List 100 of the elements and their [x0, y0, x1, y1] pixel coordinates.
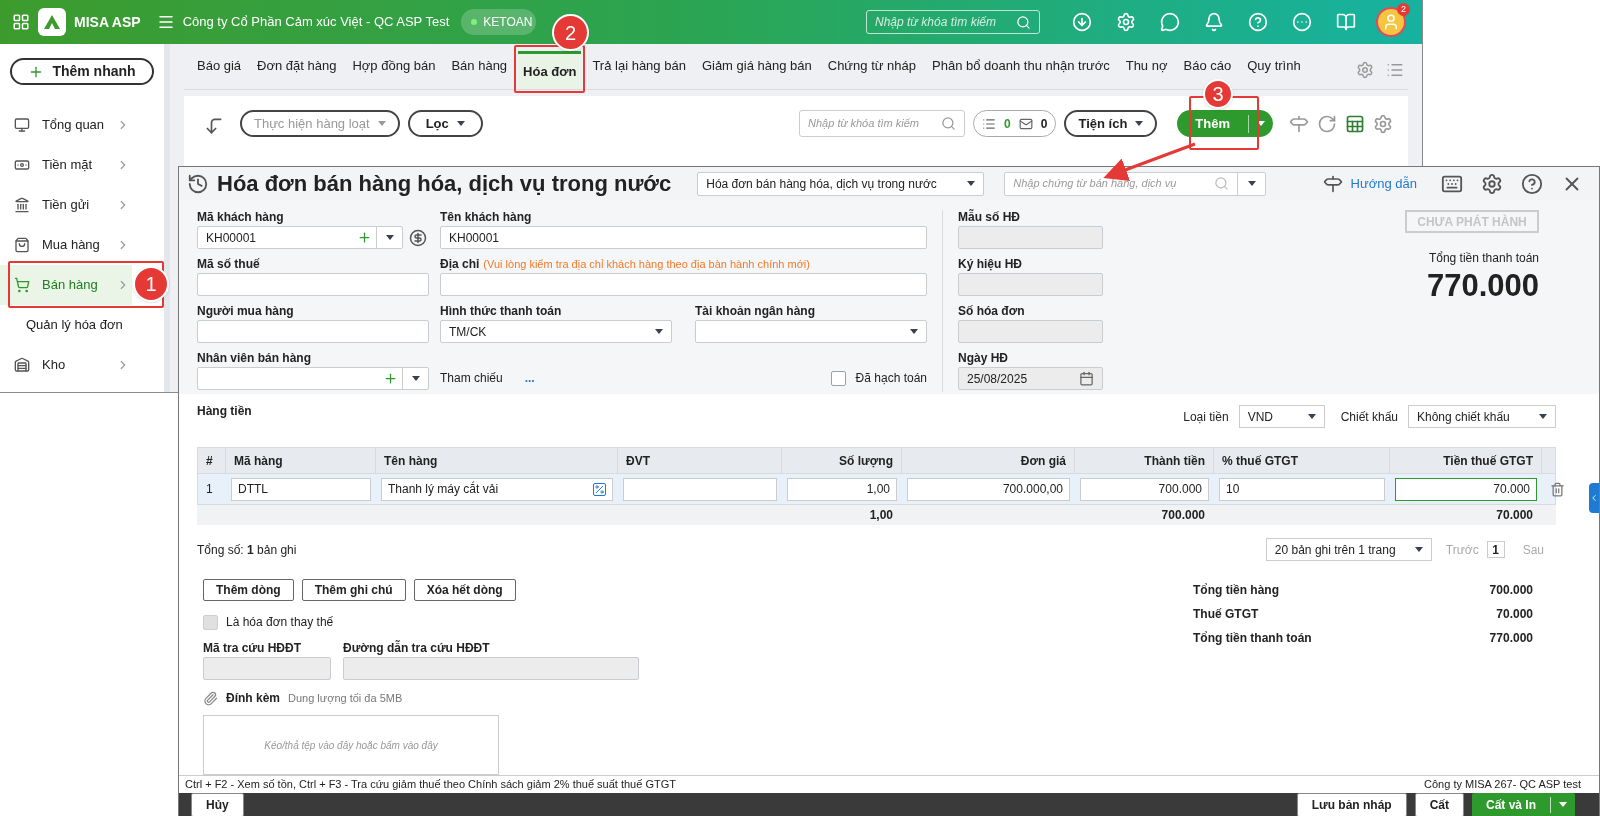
- input-field[interactable]: [197, 273, 429, 296]
- combo-field[interactable]: KH00001: [197, 226, 403, 249]
- company-label: Công ty MISA 267- QC ASP test: [1424, 777, 1581, 792]
- avatar[interactable]: [1376, 7, 1406, 37]
- excel-icon[interactable]: [1345, 114, 1365, 134]
- plus-icon[interactable]: [357, 230, 372, 245]
- tab[interactable]: Giảm giá hàng bán: [696, 55, 817, 77]
- caret-icon: [377, 121, 386, 126]
- tab[interactable]: Quy trình: [1242, 55, 1306, 77]
- cell-input[interactable]: 700.000: [1080, 477, 1209, 501]
- date-field[interactable]: 25/08/2025: [958, 367, 1103, 390]
- tab[interactable]: Trả lại hàng bán: [587, 55, 691, 77]
- sidebar-item[interactable]: Tiền gửi: [0, 185, 132, 225]
- row-action-button[interactable]: Thêm ghi chú: [301, 579, 406, 601]
- cell-input[interactable]: DTTL: [231, 477, 371, 501]
- attach-note: Dung lượng tối đa 5MB: [288, 690, 403, 706]
- sidebar-item[interactable]: Quản lý hóa đơn: [0, 305, 132, 345]
- bell-icon[interactable]: [1204, 12, 1224, 32]
- tab[interactable]: Báo giá: [192, 55, 247, 77]
- caret-icon: [1135, 121, 1144, 126]
- input-field[interactable]: KH00001: [440, 226, 927, 249]
- document-icon: [982, 116, 997, 131]
- field-label: Tài khoản ngân hàng: [695, 303, 816, 320]
- cell-input[interactable]: 700.000,00: [907, 477, 1070, 501]
- row-action-button[interactable]: Thêm dòng: [203, 579, 294, 601]
- input-field[interactable]: [197, 320, 429, 343]
- more-icon[interactable]: [1292, 12, 1312, 32]
- voucher-type-select[interactable]: Hóa đơn bán hàng hóa, dịch vụ trong nước: [697, 171, 985, 196]
- tab[interactable]: Phân bổ doanh thu nhận trước: [927, 55, 1115, 77]
- reference-link[interactable]: ...: [524, 369, 535, 387]
- tab[interactable]: Thu nợ: [1120, 55, 1173, 77]
- utilities-dropdown[interactable]: Tiện ích: [1064, 110, 1158, 137]
- filter-dropdown[interactable]: Lọc: [407, 110, 483, 137]
- row-action-button[interactable]: Xóa hết dòng: [413, 579, 516, 601]
- history-icon[interactable]: [187, 172, 209, 195]
- collapse-handle[interactable]: [1589, 483, 1599, 513]
- dollar-icon[interactable]: [409, 228, 427, 247]
- field-label: Đường dẫn tra cứu HĐĐT: [343, 639, 491, 657]
- delete-icon[interactable]: [1549, 481, 1565, 497]
- input-field[interactable]: [440, 273, 927, 296]
- page-number[interactable]: 1: [1486, 541, 1505, 558]
- list-icon[interactable]: [1386, 61, 1404, 79]
- apps-icon[interactable]: [12, 13, 30, 31]
- add-button[interactable]: Thêm nhanh: [10, 58, 154, 85]
- sidebar-item[interactable]: Tổng quan: [0, 105, 132, 145]
- sidebar-item[interactable]: Kho: [0, 345, 132, 385]
- download-icon[interactable]: [1072, 12, 1092, 32]
- sidebar-item[interactable]: Bán hàng: [0, 265, 132, 305]
- summary-value: 700.000: [1489, 582, 1533, 597]
- input-field[interactable]: [343, 657, 639, 680]
- plus-icon[interactable]: [383, 371, 398, 386]
- help-icon[interactable]: [1521, 172, 1543, 195]
- draft-button[interactable]: Lưu bản nháp: [1296, 792, 1407, 816]
- caret-icon: [1247, 181, 1256, 186]
- checkbox[interactable]: [830, 370, 846, 386]
- sidebar-item[interactable]: Tiền mặt: [0, 145, 132, 185]
- settings-icon[interactable]: [1481, 172, 1503, 195]
- tab[interactable]: Bán hàng: [446, 55, 513, 77]
- caret-icon: [1307, 414, 1316, 419]
- cell-input[interactable]: [623, 477, 777, 501]
- cancel-button[interactable]: Hủy: [191, 792, 244, 816]
- tab[interactable]: Hóa đơn: [518, 51, 582, 89]
- paperclip-icon[interactable]: [203, 690, 218, 706]
- page-size-select[interactable]: 20 bản ghi trên 1 trang: [1265, 538, 1432, 561]
- address-note: (Vui lòng kiểm tra địa chỉ khách hàng theo địa bàn hành chính mới): [483, 256, 810, 272]
- input-field[interactable]: [958, 273, 1103, 296]
- sort-icon[interactable]: [204, 116, 224, 136]
- currency-select[interactable]: VND: [1238, 405, 1325, 428]
- settings-icon[interactable]: [1373, 114, 1393, 134]
- tab[interactable]: Chứng từ nháp: [822, 55, 921, 77]
- save-print-button[interactable]: Cất và In: [1472, 792, 1575, 816]
- percent-icon[interactable]: [593, 482, 606, 496]
- cell-input[interactable]: Thanh lý máy cắt vải: [381, 477, 613, 501]
- cell-input[interactable]: 10: [1219, 477, 1385, 501]
- tab[interactable]: Đơn đặt hàng: [252, 55, 342, 77]
- chat-icon[interactable]: [1160, 12, 1180, 32]
- combo-field[interactable]: [197, 367, 429, 390]
- book-icon[interactable]: [1336, 12, 1356, 32]
- input-field[interactable]: [203, 657, 331, 680]
- cart-icon: [14, 277, 30, 293]
- tab[interactable]: Báo cáo: [1178, 55, 1237, 77]
- signpost-icon[interactable]: [1289, 114, 1309, 134]
- add-split-button[interactable]: Thêm: [1177, 110, 1273, 137]
- cell-input[interactable]: 70.000: [1395, 477, 1537, 501]
- total-amount: 770.000: [1426, 267, 1539, 305]
- input-field[interactable]: [958, 226, 1103, 249]
- select-field[interactable]: TM/CK: [440, 320, 672, 343]
- summary-value: 770.000: [1489, 630, 1533, 645]
- calendar-icon[interactable]: [1079, 371, 1094, 386]
- refresh-icon[interactable]: [1317, 114, 1337, 134]
- guide-link[interactable]: Hướng dẫn: [1350, 173, 1417, 194]
- cell-input[interactable]: 1,00: [787, 477, 897, 501]
- checkbox[interactable]: [203, 614, 218, 630]
- discount-select[interactable]: Không chiết khấu: [1408, 405, 1556, 428]
- save-button[interactable]: Cất: [1414, 792, 1464, 816]
- menu-icon[interactable]: [156, 13, 175, 31]
- tab[interactable]: Hợp đồng bán: [347, 55, 441, 77]
- input-field[interactable]: [958, 320, 1103, 343]
- select-field[interactable]: [695, 320, 927, 343]
- sidebar-item[interactable]: Mua hàng: [0, 225, 132, 265]
